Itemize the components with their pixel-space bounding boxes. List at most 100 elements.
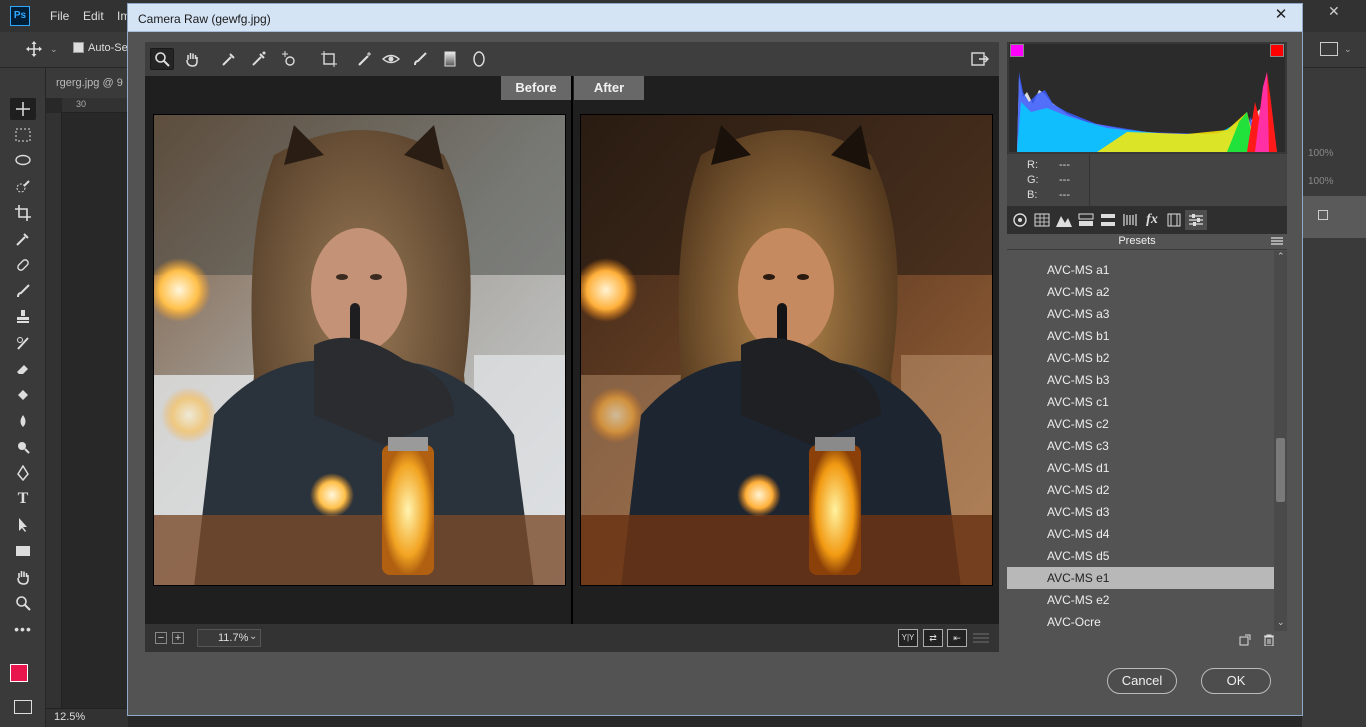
color-sampler-icon[interactable]	[247, 48, 271, 70]
b-label: B:	[1027, 189, 1038, 201]
preset-item[interactable]: AVC-MS b2	[1007, 347, 1274, 369]
rectangle-tool-icon[interactable]	[10, 540, 36, 562]
chevron-down-icon[interactable]: ⌄	[1344, 44, 1352, 55]
red-eye-icon[interactable]	[379, 48, 403, 70]
basic-tab-icon[interactable]	[1009, 210, 1031, 230]
clone-stamp-tool-icon[interactable]	[10, 306, 36, 328]
presets-scrollbar-thumb[interactable]	[1276, 438, 1285, 502]
tone-curve-tab-icon[interactable]	[1031, 210, 1053, 230]
eyedropper-tool-icon[interactable]	[10, 228, 36, 250]
preset-item[interactable]: AVC-MS c2	[1007, 413, 1274, 435]
scroll-down-icon[interactable]: ⌄	[1277, 617, 1285, 628]
panel-menu-icon[interactable]	[1271, 236, 1283, 246]
swap-before-after-icon[interactable]: ⇄	[923, 629, 943, 647]
crop-tool-icon[interactable]	[10, 202, 36, 224]
targeted-adjustment-icon[interactable]	[277, 48, 301, 70]
ps-close-icon[interactable]: ✕	[1328, 3, 1340, 20]
zoom-out-button[interactable]: −	[155, 632, 167, 644]
highlight-clipping-warning-icon[interactable]	[1270, 44, 1284, 57]
move-tool-icon[interactable]	[10, 98, 36, 120]
new-preset-icon[interactable]	[1239, 634, 1251, 646]
chevron-down-icon[interactable]: ⌄	[249, 631, 257, 642]
hand-icon[interactable]	[180, 48, 204, 70]
split-toning-tab-icon[interactable]	[1097, 210, 1119, 230]
fill-value[interactable]: 100%	[1308, 176, 1334, 187]
crop-icon[interactable]	[317, 48, 341, 70]
workspace-icon[interactable]	[1320, 42, 1338, 56]
preferences-open-icon[interactable]	[968, 48, 992, 70]
more-tools-icon[interactable]: •••	[10, 618, 36, 640]
copy-settings-icon[interactable]: ⇤	[947, 629, 967, 647]
quick-mask-icon[interactable]	[14, 700, 32, 714]
zoom-tool-icon[interactable]	[10, 592, 36, 614]
auto-select-checkbox[interactable]	[73, 42, 84, 53]
cancel-button[interactable]: Cancel	[1107, 668, 1177, 694]
hsl-tab-icon[interactable]	[1075, 210, 1097, 230]
presets-footer	[1007, 631, 1287, 651]
presets-tab-icon[interactable]	[1185, 210, 1207, 230]
lens-corrections-tab-icon[interactable]	[1119, 210, 1141, 230]
detail-tab-icon[interactable]	[1053, 210, 1075, 230]
preset-item[interactable]: AVC-MS e2	[1007, 589, 1274, 611]
eraser-tool-icon[interactable]	[10, 358, 36, 380]
trash-icon[interactable]	[1263, 634, 1275, 646]
status-zoom[interactable]: 12.5%	[54, 711, 85, 723]
healing-brush-tool-icon[interactable]	[10, 254, 36, 276]
brush-tool-icon[interactable]	[10, 280, 36, 302]
preset-item[interactable]: AVC-MS b1	[1007, 325, 1274, 347]
preset-item[interactable]: AVC-MS a2	[1007, 281, 1274, 303]
quick-select-tool-icon[interactable]	[10, 176, 36, 198]
preset-item[interactable]: AVC-MS b3	[1007, 369, 1274, 391]
before-after-view-button[interactable]: Y|Y	[898, 629, 918, 647]
after-label[interactable]: After	[574, 76, 644, 100]
presets-header: Presets	[1007, 234, 1287, 250]
preset-item[interactable]: AVC-MS d3	[1007, 501, 1274, 523]
adjustment-brush-icon[interactable]	[408, 48, 432, 70]
preset-item[interactable]: AVC-Ocre	[1007, 611, 1274, 631]
zoom-icon[interactable]	[150, 48, 174, 70]
before-label[interactable]: Before	[501, 76, 571, 100]
blur-tool-icon[interactable]	[10, 410, 36, 432]
effects-tab-icon[interactable]: fx	[1141, 210, 1163, 230]
preset-item[interactable]: AVC-MS d4	[1007, 523, 1274, 545]
preset-item[interactable]: AVC-MS d2	[1007, 479, 1274, 501]
foreground-color-swatch[interactable]	[10, 664, 28, 682]
lasso-tool-icon[interactable]	[10, 150, 36, 172]
preset-item[interactable]: AVC-MS c3	[1007, 435, 1274, 457]
chevron-down-icon[interactable]: ⌄	[50, 44, 58, 55]
hand-tool-icon[interactable]	[10, 566, 36, 588]
radial-filter-icon[interactable]	[467, 48, 491, 70]
close-icon[interactable]: ✕	[1263, 4, 1299, 26]
preset-item[interactable]: AVC-MS d5	[1007, 545, 1274, 567]
move-tool-icon[interactable]	[26, 41, 42, 57]
paint-bucket-tool-icon[interactable]	[10, 384, 36, 406]
marquee-tool-icon[interactable]	[10, 124, 36, 146]
opacity-value[interactable]: 100%	[1308, 148, 1334, 159]
dodge-tool-icon[interactable]	[10, 436, 36, 458]
pen-tool-icon[interactable]	[10, 462, 36, 484]
preset-item[interactable]: AVC-MS d1	[1007, 457, 1274, 479]
preset-item[interactable]: AVC-MS c1	[1007, 391, 1274, 413]
preset-item[interactable]: AVC-MS a3	[1007, 303, 1274, 325]
ok-button[interactable]: OK	[1201, 668, 1271, 694]
white-balance-icon[interactable]	[217, 48, 241, 70]
scroll-up-icon[interactable]: ⌃	[1277, 251, 1285, 262]
shadow-clipping-warning-icon[interactable]	[1010, 44, 1024, 57]
preset-item[interactable]: AVC-MS e1	[1007, 567, 1274, 589]
document-tab[interactable]: rgerg.jpg @ 9	[46, 68, 128, 98]
zoom-in-button[interactable]: +	[172, 632, 184, 644]
preset-item[interactable]: AVC-MS a1	[1007, 259, 1274, 281]
toggle-settings-icon[interactable]	[973, 631, 989, 645]
spot-removal-icon[interactable]	[353, 48, 377, 70]
menu-edit[interactable]: Edit	[83, 9, 104, 23]
graduated-filter-icon[interactable]	[438, 48, 462, 70]
camera-raw-toolbar	[145, 42, 999, 76]
path-selection-tool-icon[interactable]	[10, 514, 36, 536]
camera-calibration-tab-icon[interactable]	[1163, 210, 1185, 230]
presets-scrollbar[interactable]: ⌃ ⌄	[1274, 251, 1287, 631]
history-brush-tool-icon[interactable]	[10, 332, 36, 354]
document-tab-label: rgerg.jpg @ 9	[56, 77, 123, 89]
layer-thumbnail[interactable]	[1302, 196, 1366, 238]
type-tool-icon[interactable]: T	[10, 488, 36, 510]
menu-file[interactable]: File	[50, 9, 69, 23]
